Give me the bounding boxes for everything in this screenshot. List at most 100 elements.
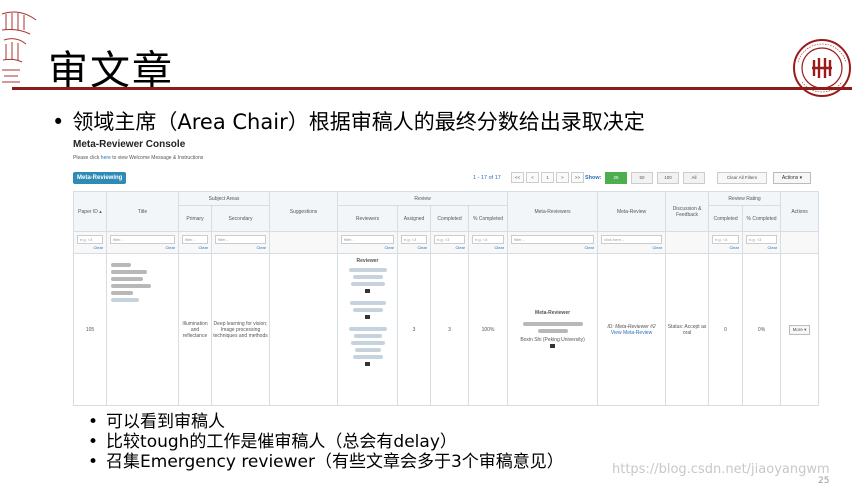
header-assigned[interactable]: Assigned [397, 205, 432, 232]
assigned-cell: 3 [397, 253, 432, 406]
header-actions: Actions [780, 191, 820, 232]
bullet-list: • 可以看到审稿人 • 比较tough的工作是催审稿人（总会有delay） • 召集E… [88, 412, 564, 472]
page-size-options: 25 50 100 All [605, 172, 705, 184]
primary-area-cell: Illumination and reflectance [178, 253, 212, 406]
meta-reviewer-name: Boxin Shi (Peking University) [520, 337, 585, 343]
instructions-suffix: to view Welcome Message & Instructions [110, 155, 204, 161]
show-label: Show: [585, 175, 602, 181]
email-icon[interactable] [365, 315, 371, 319]
header-title[interactable]: Title [106, 191, 179, 232]
clear-filter-link[interactable]: Clear [746, 245, 777, 250]
page-size-50-button[interactable]: 50 [631, 172, 653, 184]
meta-reviewer-console: Meta-Reviewer Console Please click here … [73, 139, 820, 407]
filter-rating-completed-input[interactable]: e.g. <3 [712, 235, 740, 244]
suggestions-cell [269, 253, 339, 406]
filter-reviewers-input[interactable]: filter... [341, 235, 395, 244]
instructions-link[interactable]: here [101, 155, 111, 161]
clear-filter-link[interactable]: Clear [182, 245, 208, 250]
title-cell-redacted [106, 253, 179, 406]
pager-page-button[interactable]: 1 [541, 172, 554, 183]
header-completed[interactable]: Completed [430, 205, 470, 232]
pager-first-button[interactable]: << [511, 172, 524, 183]
filter-row: e.g. <3 Clear filter... Clear filter... Cle… [73, 231, 820, 254]
list-item: • 召集Emergency reviewer（有些文章会多于3个审稿意见） [88, 452, 564, 472]
header-rating-pct[interactable]: % Completed [742, 205, 782, 232]
meta-reviewer-heading: Meta-Reviewer [535, 310, 571, 316]
secondary-area-cell: Deep learning for vision; Image processi… [210, 253, 271, 406]
console-instructions: Please click here to view Welcome Messag… [73, 155, 818, 161]
main-bullet-text: 领域主席（Area Chair）根据审稿人的最终分数给出录取决定 [72, 110, 645, 134]
reviewer-heading: Reviewer [356, 258, 379, 264]
submissions-table: Paper ID ▴ Title Subject Areas Suggestio… [73, 191, 820, 406]
page-size-100-button[interactable]: 100 [657, 172, 679, 184]
clear-filter-link[interactable]: Clear [472, 245, 504, 250]
filter-assigned-input[interactable]: e.g. <3 [401, 235, 428, 244]
email-icon[interactable] [550, 344, 556, 348]
clear-filter-link[interactable]: Clear [712, 245, 739, 250]
header-review: Review [337, 191, 509, 206]
actions-dropdown-button[interactable]: Actions ▾ [773, 172, 811, 184]
rating-pct-cell: 0% [742, 253, 782, 406]
email-icon[interactable] [365, 362, 371, 366]
list-item: • 可以看到审稿人 [88, 412, 564, 432]
instructions-prefix: Please click [73, 155, 101, 161]
header-paper-id[interactable]: Paper ID ▴ [73, 191, 107, 232]
header-pct-completed[interactable]: % Completed [468, 205, 509, 232]
clear-filter-link[interactable]: Clear [511, 245, 594, 250]
page-size-25-button[interactable]: 25 [605, 172, 627, 184]
clear-filter-link[interactable]: Clear [77, 245, 103, 250]
clear-filter-link[interactable]: Clear [110, 245, 175, 250]
header-secondary[interactable]: Secondary [210, 205, 271, 232]
bullet-text: 召集Emergency reviewer（有些文章会多于3个审稿意见） [106, 452, 564, 472]
filter-meta-reviewers-input[interactable]: filter... [511, 235, 595, 244]
paper-id-cell[interactable]: 105 [73, 253, 107, 406]
header-rating-completed[interactable]: Completed [708, 205, 744, 232]
filter-paper-id-input[interactable]: e.g. <3 [77, 235, 103, 244]
pager-prev-button[interactable]: < [526, 172, 539, 183]
pager: << < 1 > >> [511, 172, 584, 183]
bullet-text: 比较tough的工作是催审稿人（总会有delay） [106, 432, 457, 452]
meta-reviewers-cell: Meta-Reviewer Boxin Shi (Peking Universi… [507, 253, 599, 406]
filter-secondary-input[interactable]: filter... [215, 235, 267, 244]
tab-meta-reviewing[interactable]: Meta-Reviewing [73, 172, 127, 184]
clear-filter-link[interactable]: Clear [401, 245, 427, 250]
clear-all-filters-button[interactable]: Clear All Filters [717, 172, 767, 184]
more-actions-button[interactable]: More ▾ [788, 324, 811, 335]
meta-review-id: ID: Meta-Reviewer #2 [607, 323, 656, 330]
header-subject-areas: Subject Areas [177, 191, 271, 206]
completed-cell: 3 [430, 253, 470, 406]
header-primary[interactable]: Primary [178, 205, 212, 232]
main-bullet: • 领域主席（Area Chair）根据审稿人的最终分数给出录取决定 [52, 106, 645, 136]
discussion-cell: Status: Accept as oral [665, 253, 710, 406]
list-item: • 比较tough的工作是催审稿人（总会有delay） [88, 432, 564, 452]
title-divider [12, 87, 852, 90]
page-number: 25 [818, 476, 830, 486]
filter-completed-input[interactable]: e.g. <3 [434, 235, 466, 244]
bullet-glyph: • [88, 432, 99, 452]
header-reviewers[interactable]: Reviewers [337, 205, 399, 232]
email-icon[interactable] [365, 289, 371, 293]
header-meta-review[interactable]: Meta-Review [597, 191, 667, 232]
header-meta-reviewers[interactable]: Meta-Reviewers [507, 191, 599, 232]
pager-last-button[interactable]: >> [571, 172, 584, 183]
page-size-all-button[interactable]: All [683, 172, 705, 184]
filter-pct-input[interactable]: e.g. <3 [472, 235, 505, 244]
filter-title-input[interactable]: filter... [110, 235, 175, 244]
pager-next-button[interactable]: > [556, 172, 569, 183]
clear-filter-link[interactable]: Clear [215, 245, 266, 250]
view-meta-review-link[interactable]: View Meta-Review [598, 330, 665, 336]
filter-primary-input[interactable]: filter... [182, 235, 208, 244]
filter-rating-pct-input[interactable]: e.g. <3 [746, 235, 778, 244]
header-discussion[interactable]: Discussion & Feedback [665, 191, 710, 232]
bullet-glyph: • [88, 452, 99, 472]
record-count: 1 - 17 of 17 [473, 175, 501, 181]
clear-filter-link[interactable]: Clear [601, 245, 662, 250]
header-suggestions[interactable]: Suggestions [269, 191, 339, 232]
bullet-text: 可以看到审稿人 [106, 412, 226, 432]
filter-meta-review-input[interactable]: click here... [601, 235, 663, 244]
clear-filter-link[interactable]: Clear [341, 245, 394, 250]
university-seal-logo [793, 39, 851, 97]
reviewers-cell: Reviewer [337, 253, 399, 406]
clear-filter-link[interactable]: Clear [434, 245, 465, 250]
pct-completed-cell: 100% [468, 253, 509, 406]
